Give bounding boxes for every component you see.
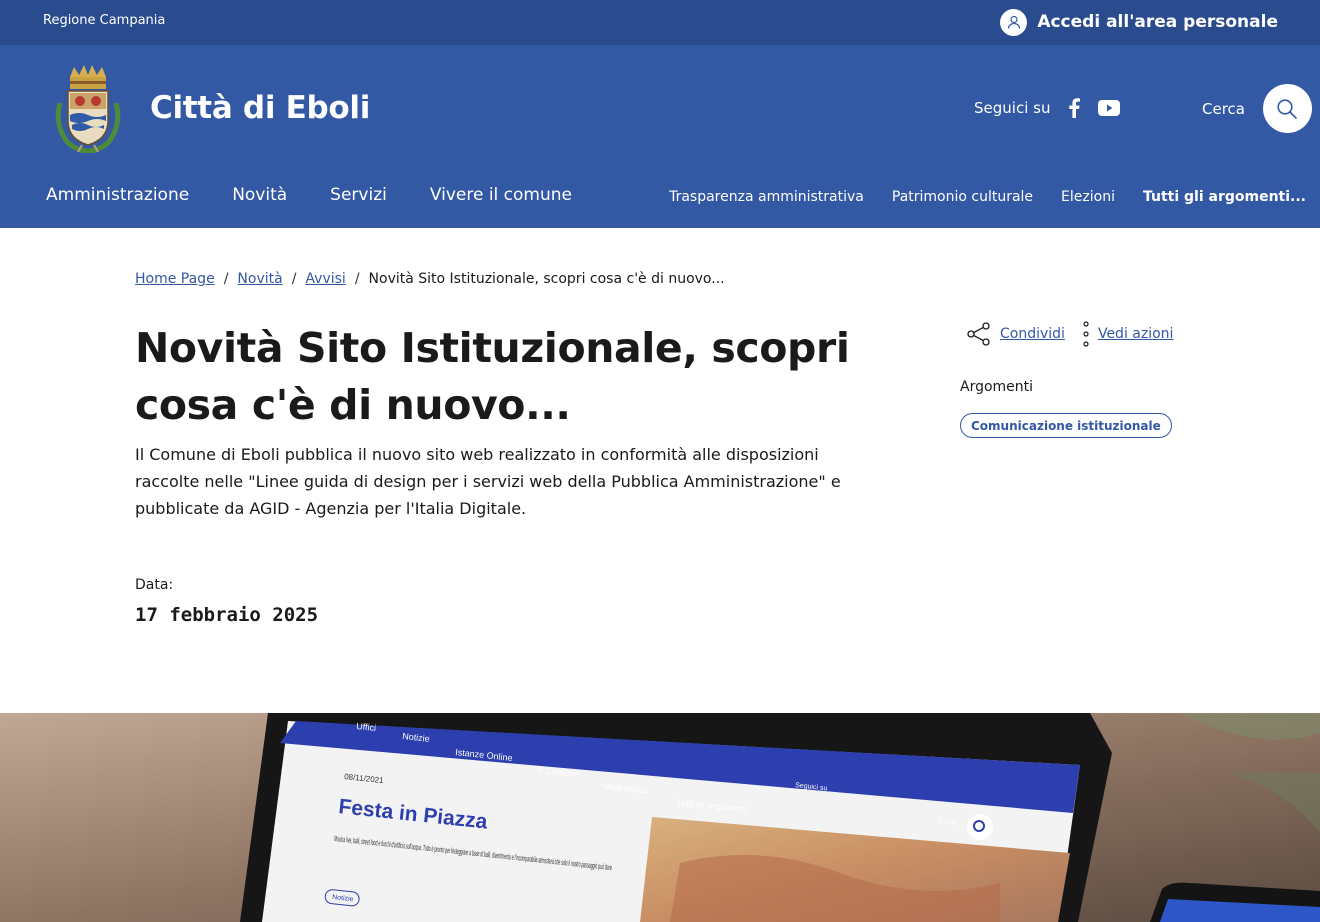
slim-header: Regione Campania Accedi all'area persona… xyxy=(0,0,1320,45)
nav-item-tutti-gli-argomenti[interactable]: Tutti gli argomenti... xyxy=(1143,189,1306,205)
more-actions-button[interactable]: Vedi azioni xyxy=(1083,321,1173,347)
facebook-link[interactable] xyxy=(1068,98,1081,118)
share-button[interactable]: Condividi xyxy=(966,322,1065,346)
date-label: Data: xyxy=(135,577,174,593)
nav-item-novita[interactable]: Novità xyxy=(232,185,287,205)
nav-item-servizi[interactable]: Servizi xyxy=(330,185,387,205)
hero-mock-nav-uffici: Uffici xyxy=(356,721,377,733)
article-lead: Il Comune di Eboli pubblica il nuovo sit… xyxy=(135,445,841,518)
hero-image: Uffici Notizie Istanze Online Il Comune … xyxy=(0,713,1320,922)
user-icon xyxy=(1000,8,1028,36)
search-area: Cerca xyxy=(1202,84,1312,133)
nav-item-patrimonio-culturale[interactable]: Patrimonio culturale xyxy=(892,189,1033,205)
date-value: 17 febbraio 2025 xyxy=(135,604,319,626)
secondary-navigation: Trasparenza amministrativa Patrimonio cu… xyxy=(669,189,1306,205)
share-label: Condividi xyxy=(1000,326,1065,342)
search-button[interactable] xyxy=(1262,84,1312,133)
youtube-icon xyxy=(1098,100,1121,116)
center-header: Città di Eboli Seguici su Cerca Amminist… xyxy=(0,45,1320,228)
share-icon xyxy=(967,322,990,346)
youtube-link[interactable] xyxy=(1098,100,1121,116)
nav-item-amministrazione[interactable]: Amministrazione xyxy=(46,185,189,205)
nav-item-trasparenza[interactable]: Trasparenza amministrativa xyxy=(669,189,864,205)
article-actions: Condividi Vedi azioni xyxy=(966,321,1173,347)
breadcrumb-avvisi[interactable]: Avvisi xyxy=(305,271,345,287)
laptop-photo: Uffici Notizie Istanze Online Il Comune … xyxy=(0,713,1320,922)
more-actions-label: Vedi azioni xyxy=(1097,326,1174,342)
login-button[interactable]: Accedi all'area personale xyxy=(1000,8,1278,36)
facebook-icon xyxy=(1069,98,1081,118)
follow-label: Seguici su xyxy=(974,99,1051,117)
breadcrumb-separator: / xyxy=(354,271,360,287)
breadcrumb-home[interactable]: Home Page xyxy=(135,271,215,287)
region-link[interactable]: Regione Campania xyxy=(43,13,165,28)
more-vertical-icon xyxy=(1083,321,1089,347)
page-title: Novità Sito Istituzionale, scopri cosa c… xyxy=(135,324,850,429)
site-brand[interactable]: Città di Eboli xyxy=(52,63,370,153)
site-name: Città di Eboli xyxy=(150,90,371,126)
breadcrumb-novita[interactable]: Novità xyxy=(237,271,282,287)
nav-item-elezioni[interactable]: Elezioni xyxy=(1061,189,1115,205)
coat-of-arms-logo xyxy=(55,65,121,153)
main-navigation: Amministrazione Novità Servizi Vivere il… xyxy=(46,185,572,205)
breadcrumb-current: Novità Sito Istituzionale, scopri cosa c… xyxy=(368,271,725,287)
login-label: Accedi all'area personale xyxy=(1037,12,1278,32)
topic-chip[interactable]: Comunicazione istituzionale xyxy=(960,413,1172,438)
breadcrumb-separator: / xyxy=(291,271,297,287)
search-label: Cerca xyxy=(1202,99,1245,118)
nav-item-vivere-il-comune[interactable]: Vivere il comune xyxy=(430,185,572,205)
breadcrumb: Home Page / Novità / Avvisi / Novità Sit… xyxy=(135,271,725,287)
breadcrumb-separator: / xyxy=(223,271,229,287)
social-links: Seguici su xyxy=(974,98,1121,118)
search-icon xyxy=(1277,98,1298,119)
topics-label: Argomenti xyxy=(960,379,1034,395)
